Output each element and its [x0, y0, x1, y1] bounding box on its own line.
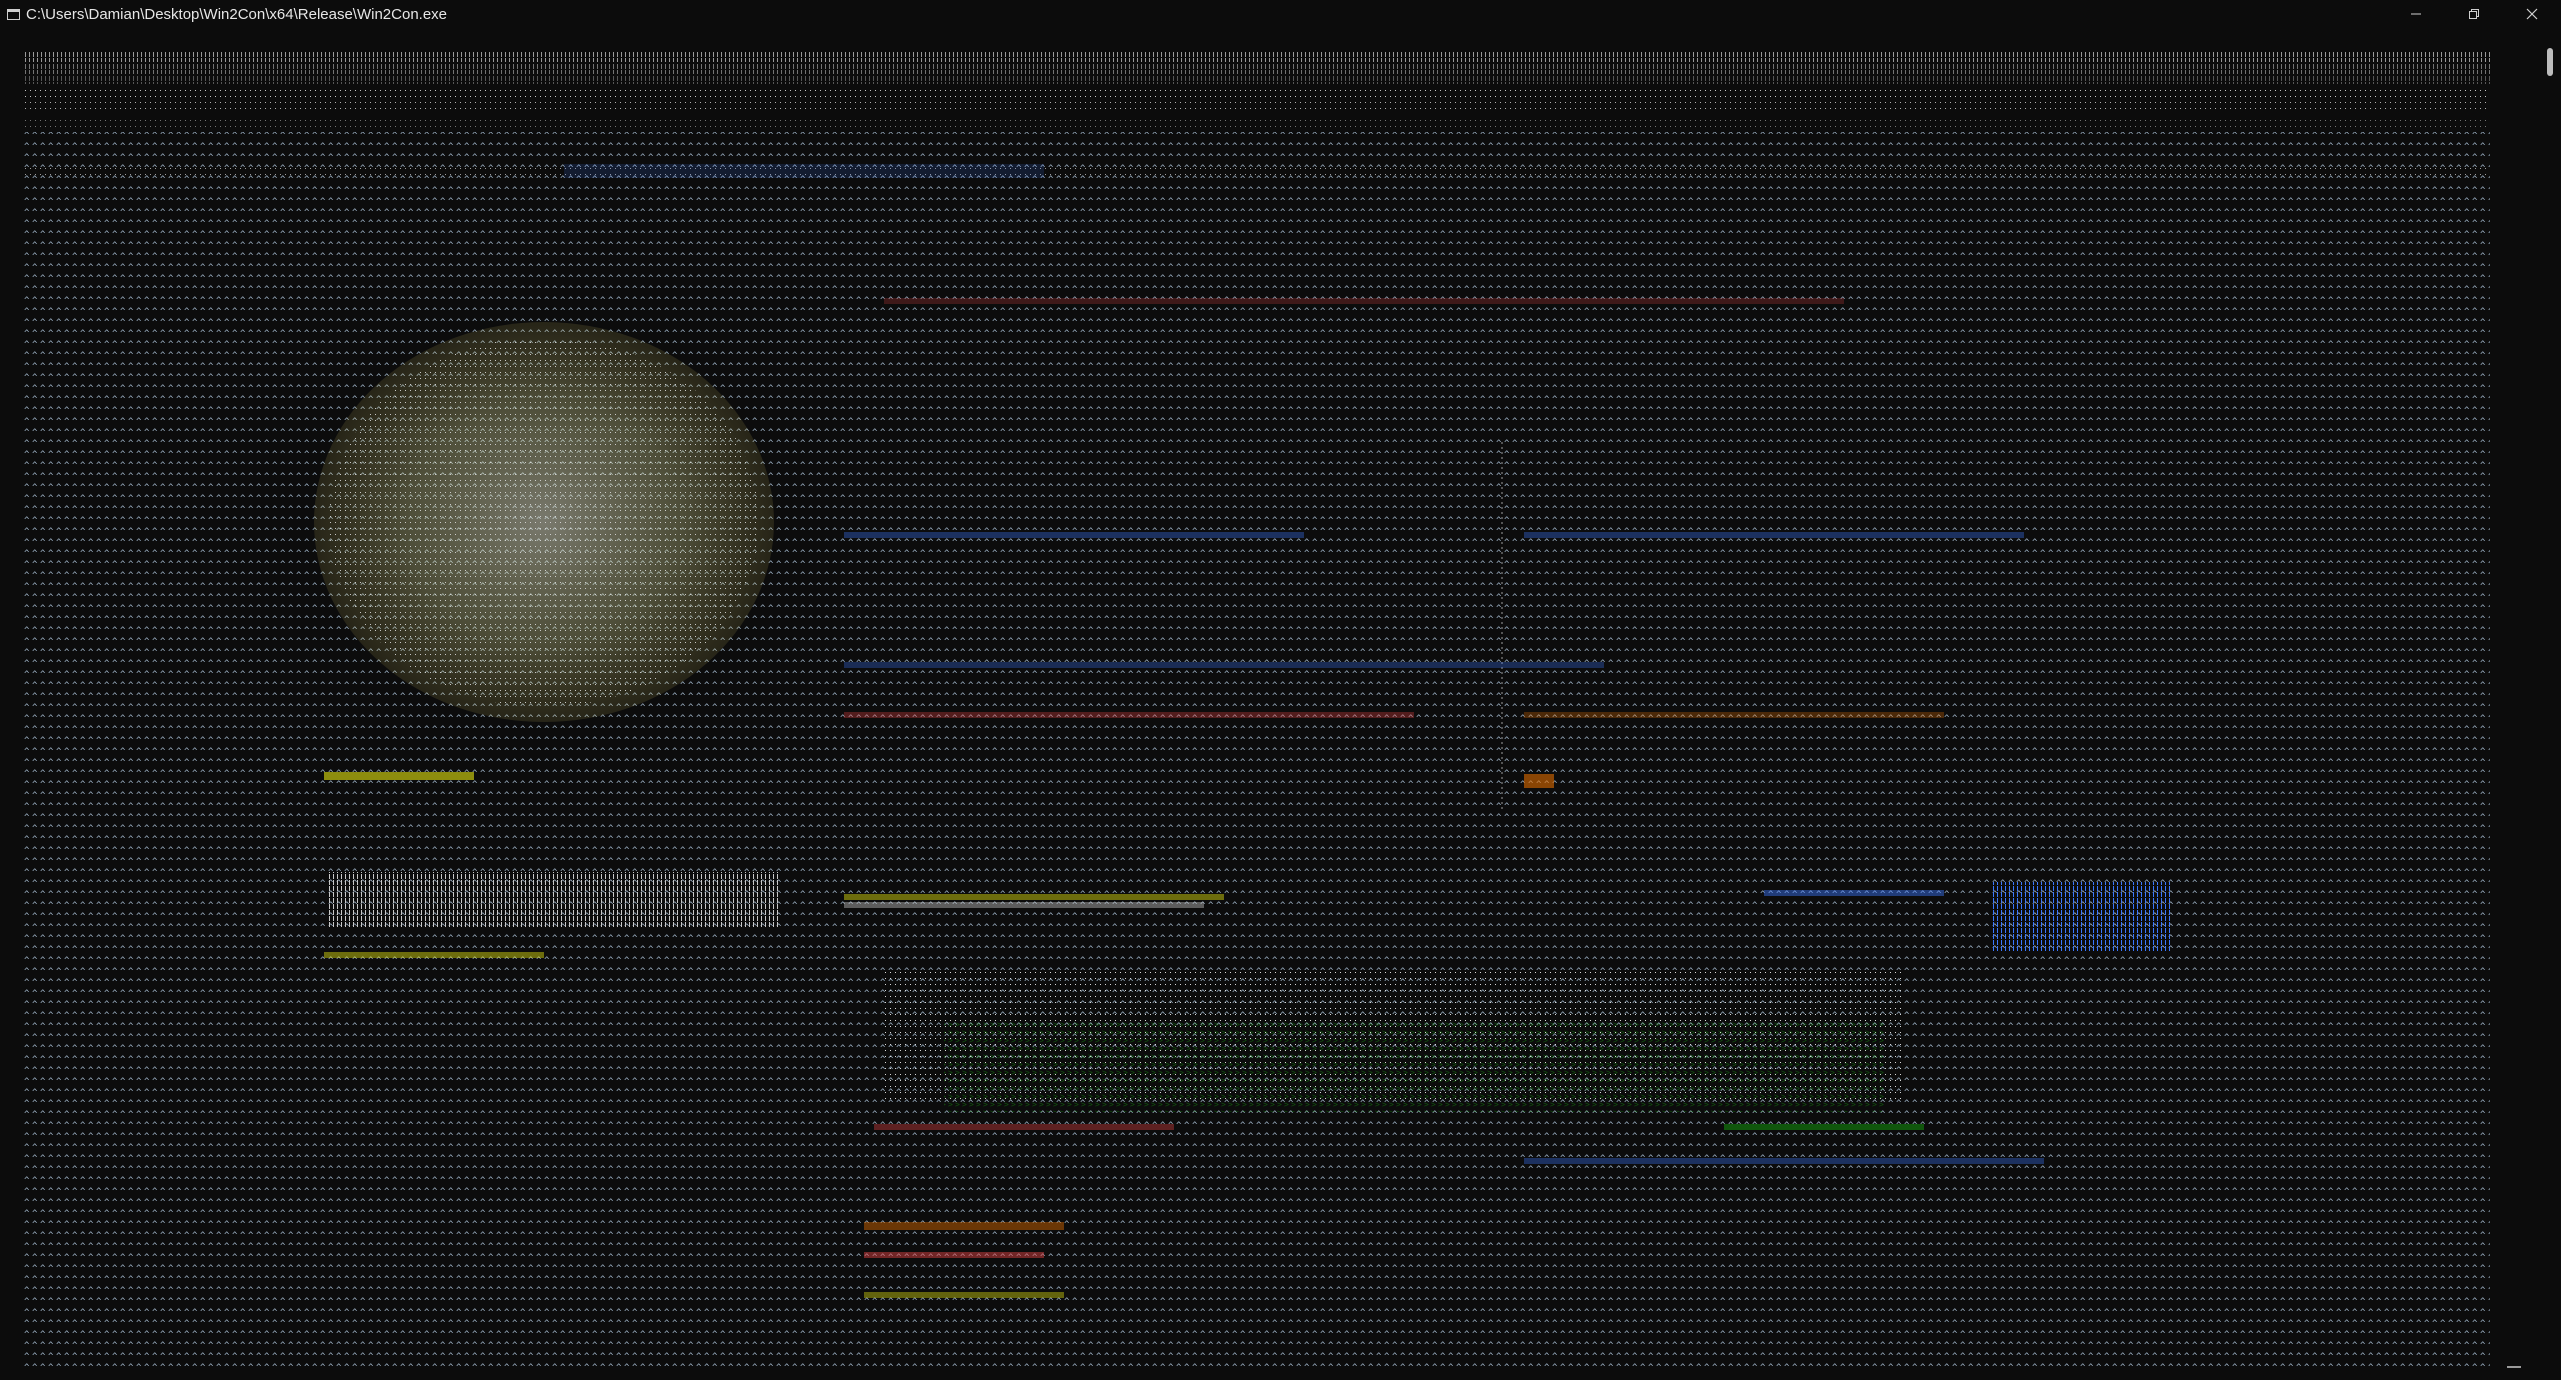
left-bar-block: [329, 872, 781, 928]
title-bar[interactable]: C:\Users\Damian\Desktop\Win2Con\x64\Rele…: [0, 0, 2561, 28]
restore-icon: [2469, 9, 2479, 19]
center-grid-green: [944, 1022, 1884, 1112]
globe-core: [329, 337, 759, 707]
header-row-6: [24, 118, 2490, 130]
toolbar-highlight: [564, 164, 1044, 178]
header-row-2: [24, 64, 2490, 74]
toolbar-row: [24, 164, 2490, 178]
console-window: C:\Users\Damian\Desktop\Win2Con\x64\Rele…: [0, 0, 2561, 1380]
restore-button[interactable]: [2445, 0, 2503, 28]
blue-bar-block: [1992, 882, 2172, 952]
cursor-underline: [2507, 1366, 2521, 1368]
header-row-3: [24, 76, 2490, 84]
console-app-icon: [7, 8, 20, 20]
minimize-button[interactable]: [2387, 0, 2445, 28]
close-icon: [2526, 8, 2538, 20]
ascii-render: ^ >: [24, 52, 2490, 1370]
header-row-1: [24, 52, 2490, 62]
vertical-scrollbar[interactable]: [2539, 28, 2561, 1380]
scroll-thumb[interactable]: [2547, 48, 2553, 76]
header-row-4: [24, 88, 2490, 98]
console-output: ^ >: [24, 52, 2490, 1370]
minimize-icon: [2411, 13, 2421, 15]
close-button[interactable]: [2503, 0, 2561, 28]
caret-background: [24, 132, 2490, 1370]
window-controls: [2387, 0, 2561, 28]
header-row-5: [24, 102, 2490, 114]
window-title: C:\Users\Damian\Desktop\Win2Con\x64\Rele…: [26, 5, 448, 23]
